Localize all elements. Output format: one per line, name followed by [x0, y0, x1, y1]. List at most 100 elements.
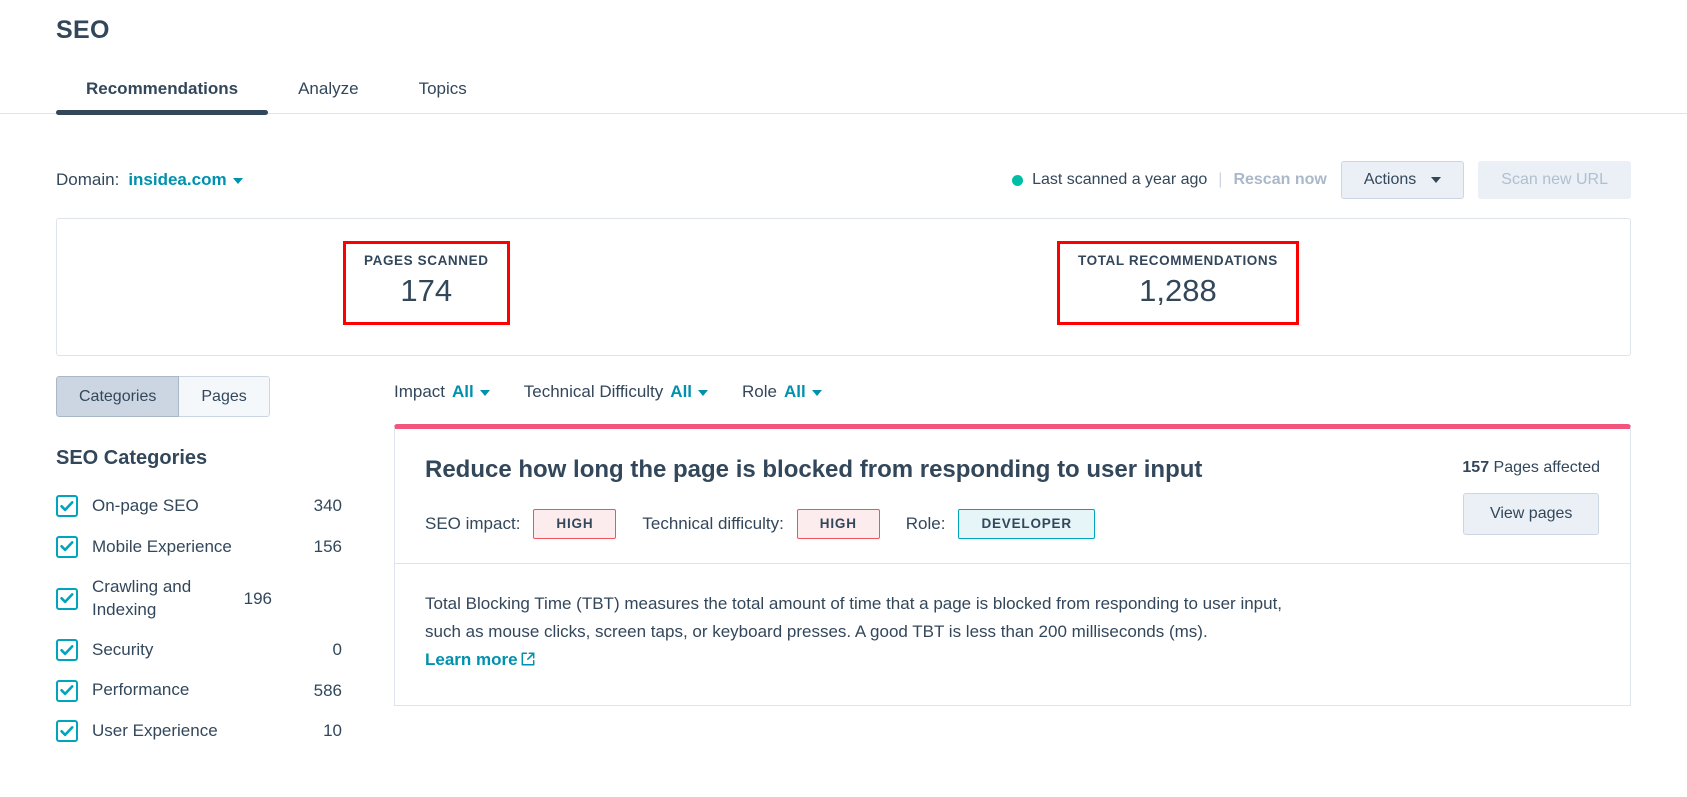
- stat-pages-scanned: PAGES SCANNED 174: [343, 241, 510, 326]
- sidebar: Categories Pages SEO Categories On-page …: [56, 376, 342, 751]
- domain-selector[interactable]: Domain: insidea.com: [56, 170, 243, 190]
- stats-panel: PAGES SCANNED 174 TOTAL RECOMMENDATIONS …: [56, 218, 1631, 356]
- chevron-down-icon: [232, 177, 243, 184]
- external-link-icon: [521, 647, 535, 675]
- technical-difficulty-badge: HIGH: [796, 509, 880, 539]
- checkbox-checked-icon[interactable]: [56, 587, 78, 610]
- category-item-mobile-experience[interactable]: Mobile Experience 156: [56, 527, 342, 567]
- category-label: Mobile Experience: [92, 536, 232, 556]
- last-scanned-text: Last scanned a year ago: [1032, 171, 1208, 188]
- category-count: 586: [313, 680, 342, 700]
- category-item-security[interactable]: Security 0: [56, 630, 342, 670]
- category-item-user-experience[interactable]: User Experience 10: [56, 711, 342, 751]
- view-toggle-group: Categories Pages: [56, 376, 270, 418]
- tab-recommendations[interactable]: Recommendations: [56, 73, 269, 115]
- category-count: 156: [313, 536, 342, 556]
- pages-affected: 157 Pages affected: [1462, 459, 1600, 477]
- filter-value: All: [670, 382, 693, 401]
- category-label: Crawling and Indexing: [92, 577, 192, 619]
- stat-label: TOTAL RECOMMENDATIONS: [1078, 253, 1278, 268]
- category-label: Security: [92, 639, 154, 659]
- filter-impact[interactable]: Impact All: [394, 382, 490, 402]
- recommendation-description-wrapper: Total Blocking Time (TBT) measures the t…: [425, 590, 1285, 675]
- recommendation-header: Reduce how long the page is blocked from…: [395, 429, 1630, 563]
- category-count: 10: [323, 721, 342, 741]
- scan-new-url-button[interactable]: Scan new URL: [1478, 161, 1631, 199]
- chevron-down-icon: [479, 389, 490, 396]
- learn-more-link[interactable]: Learn more: [425, 650, 535, 669]
- category-item-on-page-seo[interactable]: On-page SEO 340: [56, 486, 342, 526]
- filter-value: All: [784, 382, 806, 401]
- filter-label: Role: [742, 382, 777, 401]
- filter-technical-difficulty[interactable]: Technical Difficulty All: [523, 382, 709, 402]
- actions-button[interactable]: Actions: [1340, 161, 1465, 199]
- recommendation-title: Reduce how long the page is blocked from…: [425, 456, 1203, 483]
- pages-affected-text: Pages affected: [1493, 459, 1600, 476]
- seo-impact-badge: HIGH: [533, 509, 617, 539]
- role-label: Role:: [905, 513, 946, 533]
- stat-value: 174: [400, 273, 453, 308]
- content-area: Categories Pages SEO Categories On-page …: [0, 376, 1687, 751]
- stat-value: 1,288: [1139, 273, 1217, 308]
- domain-label: Domain:: [56, 170, 120, 189]
- domain-value-wrapper[interactable]: insidea.com: [128, 170, 243, 190]
- category-item-crawling-and-indexing[interactable]: Crawling and Indexing 196: [56, 567, 342, 630]
- toggle-categories[interactable]: Categories: [56, 376, 180, 418]
- learn-more-label: Learn more: [425, 649, 518, 669]
- category-count: 196: [243, 588, 272, 608]
- domain-value[interactable]: insidea.com: [128, 170, 226, 189]
- technical-difficulty-label: Technical difficulty:: [642, 513, 784, 533]
- role-badge: DEVELOPER: [958, 509, 1095, 539]
- top-navigation: SEO Recommendations Analyze Topics: [0, 0, 1687, 115]
- rescan-now-link[interactable]: Rescan now: [1233, 171, 1326, 189]
- checkbox-checked-icon[interactable]: [56, 495, 78, 518]
- page-title: SEO: [56, 16, 110, 44]
- filter-value: All: [452, 382, 474, 401]
- toggle-pages[interactable]: Pages: [179, 376, 270, 418]
- stat-total-recommendations: TOTAL RECOMMENDATIONS 1,288: [1057, 241, 1299, 326]
- recommendation-body: Total Blocking Time (TBT) measures the t…: [395, 564, 1630, 705]
- category-label: User Experience: [92, 720, 218, 740]
- filter-label: Impact: [394, 382, 446, 401]
- seo-recommendations-page: SEO Recommendations Analyze Topics Domai…: [0, 0, 1687, 797]
- filter-bar: Impact All Technical Difficulty All Role Al…: [394, 376, 1631, 402]
- stat-label: PAGES SCANNED: [364, 253, 489, 268]
- chevron-down-icon: [698, 389, 709, 396]
- recommendation-meta: SEO impact: HIGH Technical difficulty: H…: [425, 509, 1432, 539]
- seo-impact-label: SEO impact:: [425, 513, 521, 533]
- category-count: 0: [332, 640, 342, 660]
- technical-difficulty-group: Technical difficulty: HIGH: [642, 509, 880, 539]
- recommendation-card: Reduce how long the page is blocked from…: [394, 424, 1631, 706]
- category-count: 340: [313, 496, 342, 516]
- recommendation-header-right: 157 Pages affected View pages: [1432, 455, 1600, 535]
- role-group: Role: DEVELOPER: [906, 509, 1095, 539]
- chevron-down-icon: [1431, 177, 1442, 183]
- tab-bar: Recommendations Analyze Topics: [56, 73, 1631, 115]
- main-column: Impact All Technical Difficulty All Role Al…: [342, 376, 1631, 751]
- category-item-performance[interactable]: Performance 586: [56, 670, 342, 710]
- pages-affected-count: 157: [1462, 459, 1490, 476]
- chevron-down-icon: [811, 389, 822, 396]
- status-dot-icon: [1012, 174, 1024, 186]
- view-pages-button[interactable]: View pages: [1462, 493, 1600, 535]
- category-label: On-page SEO: [92, 496, 199, 516]
- scan-status: Last scanned a year ago | Rescan now: [1012, 171, 1327, 189]
- recommendation-description: Total Blocking Time (TBT) measures the t…: [425, 593, 1283, 641]
- seo-impact-group: SEO impact: HIGH: [425, 509, 617, 539]
- checkbox-checked-icon[interactable]: [56, 679, 78, 702]
- tab-analyze[interactable]: Analyze: [268, 73, 388, 113]
- sidebar-title: SEO Categories: [56, 447, 208, 470]
- tab-topics[interactable]: Topics: [389, 73, 497, 113]
- filter-label: Technical Difficulty: [523, 382, 664, 401]
- filter-role[interactable]: Role All: [742, 382, 822, 402]
- domain-bar: Domain: insidea.com Last scanned a year …: [0, 160, 1687, 200]
- checkbox-checked-icon[interactable]: [56, 535, 78, 558]
- recommendation-header-left: Reduce how long the page is blocked from…: [425, 455, 1432, 539]
- domain-actions: Last scanned a year ago | Rescan now Act…: [1012, 161, 1631, 199]
- separator: |: [1218, 171, 1223, 188]
- checkbox-checked-icon[interactable]: [56, 720, 78, 743]
- category-label: Performance: [92, 680, 190, 700]
- checkbox-checked-icon[interactable]: [56, 639, 78, 662]
- category-list: On-page SEO 340 Mobile Experience 156 Cr…: [56, 486, 342, 751]
- actions-button-label: Actions: [1363, 171, 1417, 188]
